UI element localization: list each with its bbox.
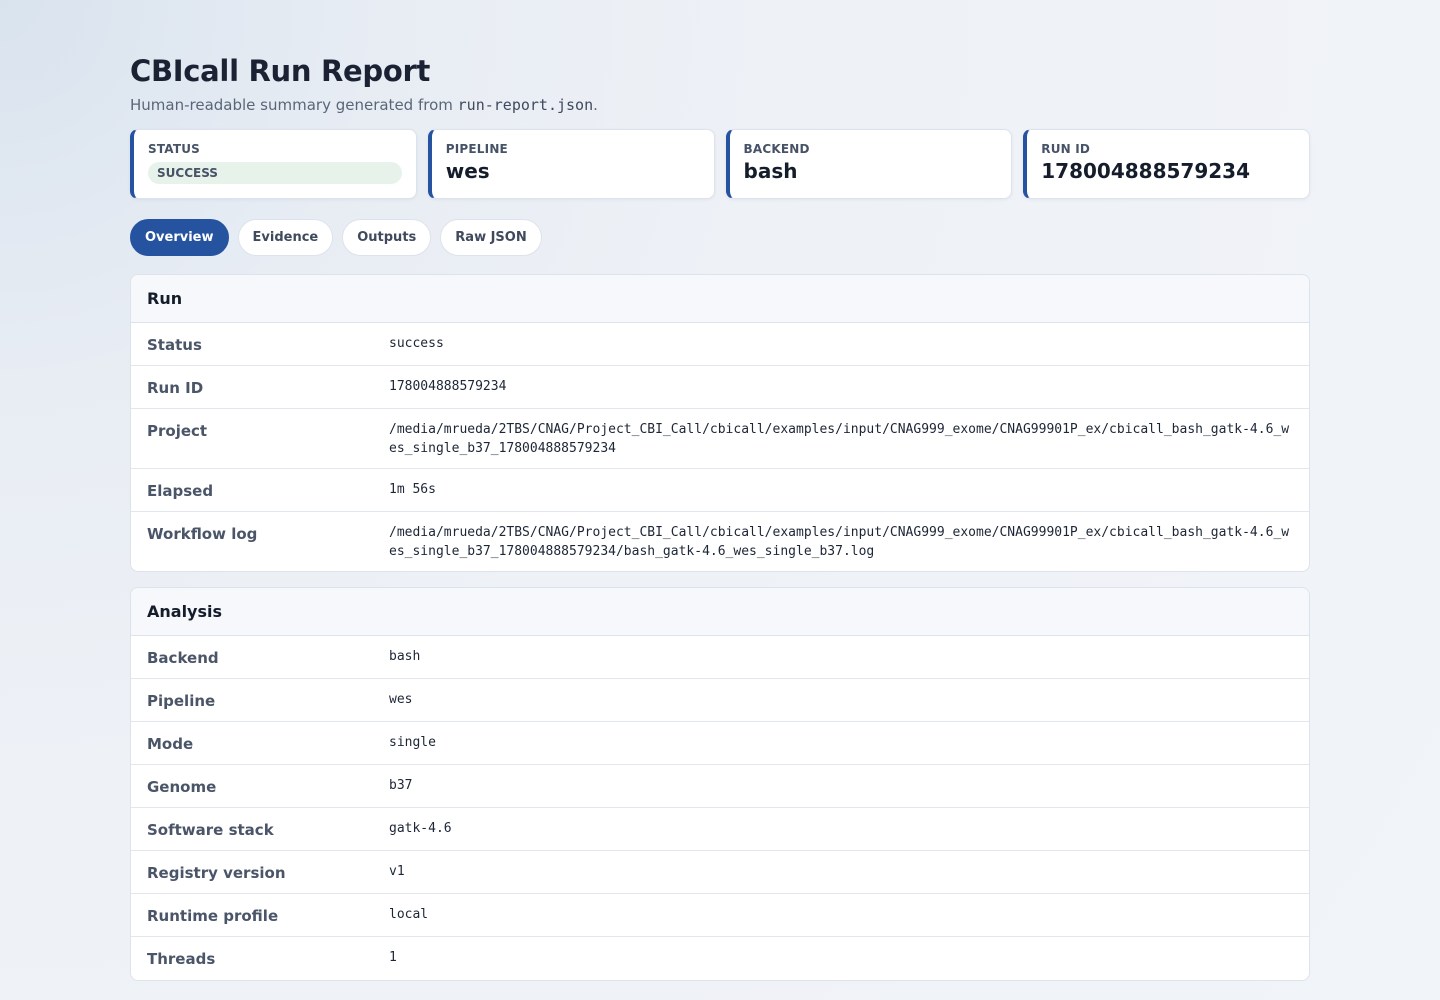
table-row: Software stack gatk-4.6 xyxy=(131,808,1309,851)
table-row: Runtime profile local xyxy=(131,894,1309,937)
row-value: 1m 56s xyxy=(389,482,436,497)
page-title: CBIcall Run Report xyxy=(130,54,431,88)
subtitle-suffix: . xyxy=(593,96,598,114)
row-value: local xyxy=(389,907,429,922)
row-key: Project xyxy=(147,422,208,440)
row-value: gatk-4.6 xyxy=(389,821,452,836)
row-value: 1 xyxy=(389,950,397,965)
row-key: Backend xyxy=(147,649,219,667)
status-card: STATUS SUCCESS xyxy=(130,129,417,199)
pipeline-card-value: wes xyxy=(445,159,490,183)
tab-evidence[interactable]: Evidence xyxy=(237,219,334,256)
pipeline-card-label: PIPELINE xyxy=(445,142,508,156)
row-key: Pipeline xyxy=(147,692,216,710)
run-panel: Run Status success Run ID 17800488857923… xyxy=(130,274,1310,572)
run-id-card-label: RUN ID xyxy=(1041,142,1091,156)
table-row: Registry version v1 xyxy=(131,851,1309,894)
row-key: Mode xyxy=(147,735,194,753)
backend-card-value: bash xyxy=(743,159,798,183)
backend-card: BACKEND bash xyxy=(725,129,1013,199)
row-value: success xyxy=(389,336,444,351)
tab-overview[interactable]: Overview xyxy=(130,219,229,256)
row-value: /media/mrueda/2TBS/CNAG/Project_CBI_Call… xyxy=(389,422,1290,456)
tab-raw-json[interactable]: Raw JSON xyxy=(440,219,542,256)
row-value: v1 xyxy=(389,864,405,879)
summary-cards: STATUS SUCCESS PIPELINE wes BACKEND bash… xyxy=(130,129,1310,199)
analysis-panel: Analysis Backend bash Pipeline wes Mode … xyxy=(130,587,1310,981)
report-container: CBIcall Run Report Human-readable summar… xyxy=(130,0,1310,981)
run-id-card-value: 178004888579234 xyxy=(1041,159,1250,183)
row-value: single xyxy=(389,735,436,750)
subtitle-text: Human-readable summary generated from xyxy=(130,96,458,114)
row-value: wes xyxy=(389,692,413,707)
table-row: Run ID 178004888579234 xyxy=(131,366,1309,409)
analysis-panel-title: Analysis xyxy=(131,588,1309,636)
row-key: Elapsed xyxy=(147,482,214,500)
subtitle-filename: run-report.json xyxy=(457,96,594,114)
tab-bar: Overview Evidence Outputs Raw JSON xyxy=(130,219,1310,256)
run-id-card: RUN ID 178004888579234 xyxy=(1023,129,1310,199)
table-row: Threads 1 xyxy=(131,937,1309,980)
row-key: Workflow log xyxy=(147,525,258,543)
pipeline-card: PIPELINE wes xyxy=(427,129,715,199)
row-value: bash xyxy=(389,649,421,664)
table-row: Elapsed 1m 56s xyxy=(131,469,1309,512)
row-value: b37 xyxy=(389,778,413,793)
status-badge: SUCCESS xyxy=(148,162,402,184)
table-row: Status success xyxy=(131,323,1309,366)
page-subtitle: Human-readable summary generated from ru… xyxy=(130,95,1310,115)
table-row: Pipeline wes xyxy=(131,679,1309,722)
table-row: Workflow log /media/mrueda/2TBS/CNAG/Pro… xyxy=(131,512,1309,571)
tab-outputs[interactable]: Outputs xyxy=(342,219,432,256)
row-key: Run ID xyxy=(147,379,204,397)
run-panel-title: Run xyxy=(131,275,1309,323)
row-key: Registry version xyxy=(147,864,286,882)
row-key: Runtime profile xyxy=(147,907,279,925)
row-value: /media/mrueda/2TBS/CNAG/Project_CBI_Call… xyxy=(389,525,1290,559)
table-row: Mode single xyxy=(131,722,1309,765)
row-key: Genome xyxy=(147,778,217,796)
row-key: Status xyxy=(147,336,202,354)
row-key: Threads xyxy=(147,950,216,968)
table-row: Project /media/mrueda/2TBS/CNAG/Project_… xyxy=(131,409,1309,469)
row-key: Software stack xyxy=(147,821,274,839)
backend-card-label: BACKEND xyxy=(743,142,810,156)
table-row: Backend bash xyxy=(131,636,1309,679)
row-value: 178004888579234 xyxy=(389,379,507,394)
status-card-label: STATUS xyxy=(148,142,201,156)
table-row: Genome b37 xyxy=(131,765,1309,808)
